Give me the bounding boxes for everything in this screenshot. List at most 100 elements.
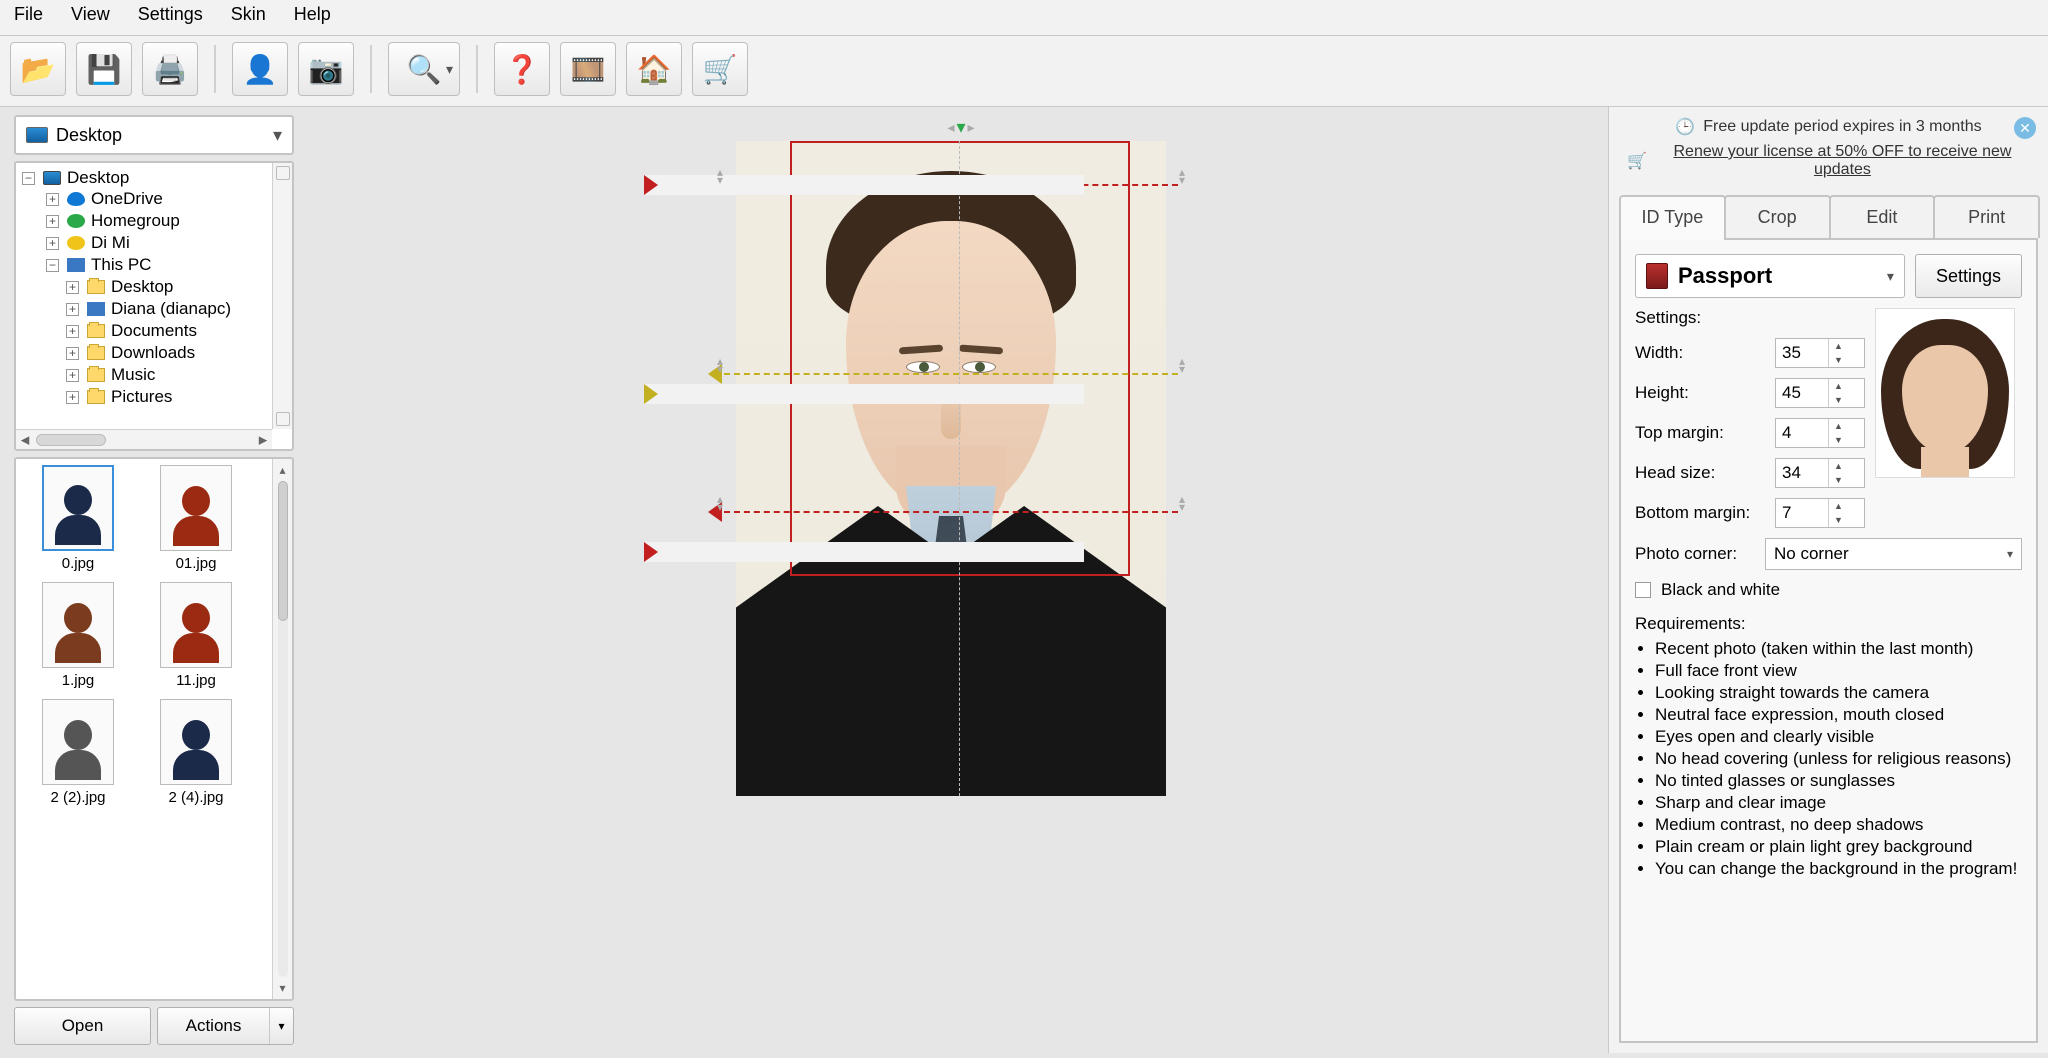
photo-editor[interactable]: ◂▾▸ [676,111,1226,801]
thumbnail[interactable]: 1.jpg [22,582,134,689]
guide-grip[interactable]: ▴▾ [1174,358,1190,372]
tree-item-label[interactable]: Downloads [111,343,195,363]
tree-item-label[interactable]: Music [111,365,155,385]
menu-file[interactable]: File [14,4,43,25]
video-button[interactable]: 🎞️ [560,42,616,96]
tab-print[interactable]: Print [1933,195,2040,238]
tree-item-label[interactable]: Di Mi [91,233,130,253]
tab-id-type[interactable]: ID Type [1619,195,1726,238]
tab-crop[interactable]: Crop [1724,195,1831,238]
desktop-icon [43,171,61,185]
photo-corner-select[interactable]: No corner ▾ [1765,538,2022,570]
open-button[interactable]: Open [14,1007,151,1045]
help-button[interactable]: ❓ [494,42,550,96]
height-stepper[interactable]: ▲▼ [1775,378,1865,408]
id-type-combo[interactable]: Passport ▾ [1635,254,1905,298]
tree-twisty[interactable]: − [22,172,35,185]
thumbnail[interactable]: 01.jpg [140,465,252,572]
thumbnail[interactable]: 2 (4).jpg [140,699,252,806]
thumbnail[interactable]: 2 (2).jpg [22,699,134,806]
home-button[interactable]: 🏠 [626,42,682,96]
tree-twisty[interactable]: + [66,369,79,382]
menu-settings[interactable]: Settings [138,4,203,25]
chevron-down-icon: ▾ [269,1008,293,1044]
location-combo[interactable]: Desktop ▾ [14,115,294,155]
tree-twisty[interactable]: + [46,193,59,206]
tree-item-label[interactable]: OneDrive [91,189,163,209]
tree-twisty[interactable]: + [66,391,79,404]
tree-scrollbar-horizontal[interactable]: ◂▸ [16,429,272,449]
photo-canvas[interactable] [736,141,1166,796]
crop-top-handle[interactable]: ◂▾▸ [948,117,974,137]
tree-item-label[interactable]: Pictures [111,387,172,407]
menu-help[interactable]: Help [294,4,331,25]
chin-line-guide[interactable] [724,511,1178,513]
cloud-icon [67,192,85,206]
head-size-input[interactable] [1776,463,1828,483]
desktop-icon [26,127,48,143]
guide-grip[interactable]: ▴▾ [712,496,728,510]
actions-button[interactable]: Actions ▾ [157,1007,294,1045]
tree-item-label[interactable]: Desktop [67,168,129,188]
width-stepper[interactable]: ▲▼ [1775,338,1865,368]
thumbnail[interactable]: 11.jpg [140,582,252,689]
bottom-margin-label: Bottom margin: [1635,503,1765,523]
menu-view[interactable]: View [71,4,110,25]
clock-icon: 🕒 [1675,117,1695,137]
id-type-tab-body: Passport ▾ Settings Settings: Width: ▲▼ … [1619,240,2038,1043]
settings-heading: Settings: [1635,308,1865,328]
requirement-item: Eyes open and clearly visible [1655,726,2022,748]
folder-icon [87,390,105,404]
folder-icon [87,280,105,294]
width-input[interactable] [1776,343,1828,363]
eye-line-guide[interactable] [724,373,1178,375]
head-size-stepper[interactable]: ▲▼ [1775,458,1865,488]
tree-twisty[interactable]: + [66,281,79,294]
height-input[interactable] [1776,383,1828,403]
guide-grip[interactable]: ▴▾ [712,358,728,372]
camera-button[interactable]: 📷 [298,42,354,96]
top-margin-input[interactable] [1776,423,1828,443]
tree-twisty[interactable]: + [46,237,59,250]
thumbnail-label: 01.jpg [140,555,252,572]
tree-twisty[interactable]: + [66,325,79,338]
tree-item-label[interactable]: Documents [111,321,197,341]
tab-edit[interactable]: Edit [1829,195,1936,238]
photo-corner-value: No corner [1774,544,1849,564]
tree-twisty[interactable]: − [46,259,59,272]
tree-twisty[interactable]: + [66,347,79,360]
requirement-item: Plain cream or plain light grey backgrou… [1655,836,2022,858]
tree-item-label[interactable]: Desktop [111,277,173,297]
requirement-item: Recent photo (taken within the last mont… [1655,638,2022,660]
bottom-margin-stepper[interactable]: ▲▼ [1775,498,1865,528]
tree-item-label[interactable]: Homegroup [91,211,180,231]
tree-twisty[interactable]: + [66,303,79,316]
guide-grip[interactable]: ▴▾ [1174,169,1190,183]
top-margin-stepper[interactable]: ▲▼ [1775,418,1865,448]
print-button[interactable]: 🖨️ [142,42,198,96]
bw-checkbox-row[interactable]: Black and white [1635,580,2022,600]
open-folder-button[interactable]: 📂 [10,42,66,96]
guide-grip[interactable]: ▴▾ [1174,496,1190,510]
height-label: Height: [1635,383,1765,403]
cart-icon: 🛒 [1627,151,1647,171]
tree-item-label[interactable]: Diana (dianapc) [111,299,231,319]
person-button[interactable]: 👤 [232,42,288,96]
id-settings-label: Settings [1936,266,2001,286]
folder-tree[interactable]: − Desktop + OneDrive + Homegroup + Di Mi − This… [14,161,294,451]
close-notice-button[interactable]: ✕ [2014,117,2036,139]
save-button[interactable]: 💾 [76,42,132,96]
menu-skin[interactable]: Skin [231,4,266,25]
bw-checkbox[interactable] [1635,582,1651,598]
guide-grip[interactable]: ▴▾ [712,169,728,183]
tree-scrollbar-vertical[interactable] [272,163,292,429]
thumbnails-scrollbar[interactable]: ▴ ▾ [272,459,292,999]
renew-link[interactable]: Renew your license at 50% OFF to receive… [1655,143,2030,179]
zoom-button[interactable]: 🔍 [388,42,460,96]
id-settings-button[interactable]: Settings [1915,254,2022,298]
tree-item-label[interactable]: This PC [91,255,151,275]
bottom-margin-input[interactable] [1776,503,1828,523]
tree-twisty[interactable]: + [46,215,59,228]
thumbnail[interactable]: 0.jpg [22,465,134,572]
cart-button[interactable]: 🛒 [692,42,748,96]
